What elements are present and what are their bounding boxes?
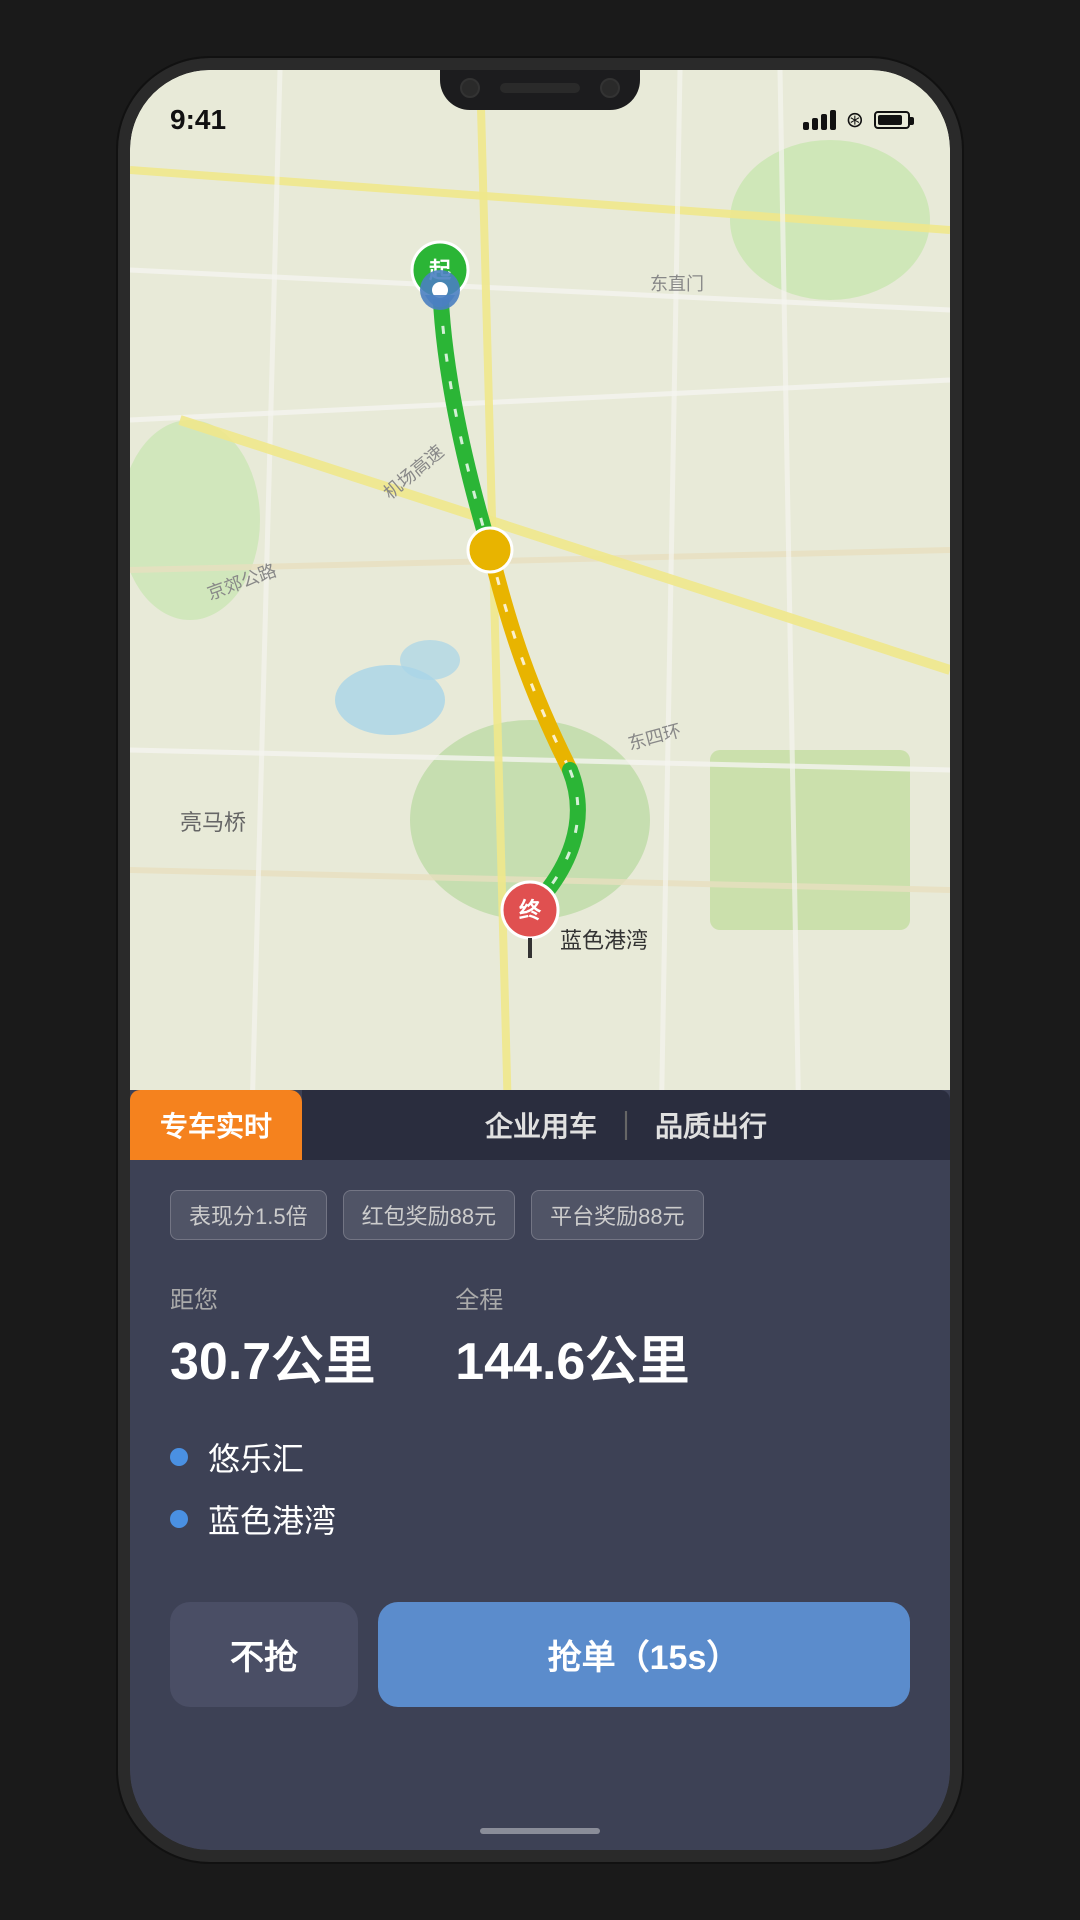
skip-button[interactable]: 不抢 xyxy=(170,1602,358,1707)
svg-text:终: 终 xyxy=(519,898,542,923)
phone-frame: 9:41 ⊛ xyxy=(130,70,950,1850)
location-origin: 悠乐汇 xyxy=(170,1434,910,1480)
info-panel: 表现分1.5倍 红包奖励88元 平台奖励88元 距您 30.7公里 全程 144… xyxy=(130,1160,950,1572)
action-buttons: 不抢 抢单（15s） xyxy=(130,1572,950,1707)
wifi-icon: ⊛ xyxy=(846,107,864,133)
time-display: 9:41 xyxy=(170,104,226,136)
distance-total: 全程 144.6公里 xyxy=(455,1280,689,1394)
speaker xyxy=(500,83,580,93)
home-indicator xyxy=(480,1828,600,1834)
battery-icon xyxy=(874,111,910,129)
origin-dot xyxy=(170,1448,188,1466)
location-destination: 蓝色港湾 xyxy=(170,1496,910,1542)
tab-taxi[interactable]: 专车实时 xyxy=(130,1090,302,1160)
map-area: 机场高速 京郊公路 东四环 亮马桥 东直门 起 xyxy=(130,70,950,1190)
badge-performance: 表现分1.5倍 xyxy=(170,1190,327,1240)
destination-dot xyxy=(170,1510,188,1528)
status-icons: ⊛ xyxy=(803,107,910,133)
badge-platform: 平台奖励88元 xyxy=(531,1190,703,1240)
sensor xyxy=(600,78,620,98)
badge-red-packet: 红包奖励88元 xyxy=(343,1190,515,1240)
distance-from-you: 距您 30.7公里 xyxy=(170,1280,375,1394)
bottom-panel: 专车实时 企业用车 ｜ 品质出行 表现分1.5倍 红包奖励88元 平台奖励88元 xyxy=(130,1090,950,1850)
front-camera xyxy=(460,78,480,98)
grab-button[interactable]: 抢单（15s） xyxy=(378,1602,910,1707)
map-background: 机场高速 京郊公路 东四环 亮马桥 东直门 起 xyxy=(130,70,950,1190)
svg-text:蓝色港湾: 蓝色港湾 xyxy=(560,928,648,953)
svg-text:东直门: 东直门 xyxy=(650,274,704,294)
svg-text:亮马桥: 亮马桥 xyxy=(180,810,246,835)
signal-icon xyxy=(803,110,836,130)
camera-area xyxy=(460,78,620,98)
tab-divider: ｜ xyxy=(612,1105,640,1145)
map-svg: 机场高速 京郊公路 东四环 亮马桥 东直门 起 xyxy=(130,70,950,1190)
tab-row: 专车实时 企业用车 ｜ 品质出行 xyxy=(130,1090,950,1160)
badges-row: 表现分1.5倍 红包奖励88元 平台奖励88元 xyxy=(170,1190,910,1240)
distance-row: 距您 30.7公里 全程 144.6公里 xyxy=(170,1280,910,1394)
tab-enterprise-quality[interactable]: 企业用车 ｜ 品质出行 xyxy=(302,1090,950,1160)
location-list: 悠乐汇 蓝色港湾 xyxy=(170,1434,910,1542)
